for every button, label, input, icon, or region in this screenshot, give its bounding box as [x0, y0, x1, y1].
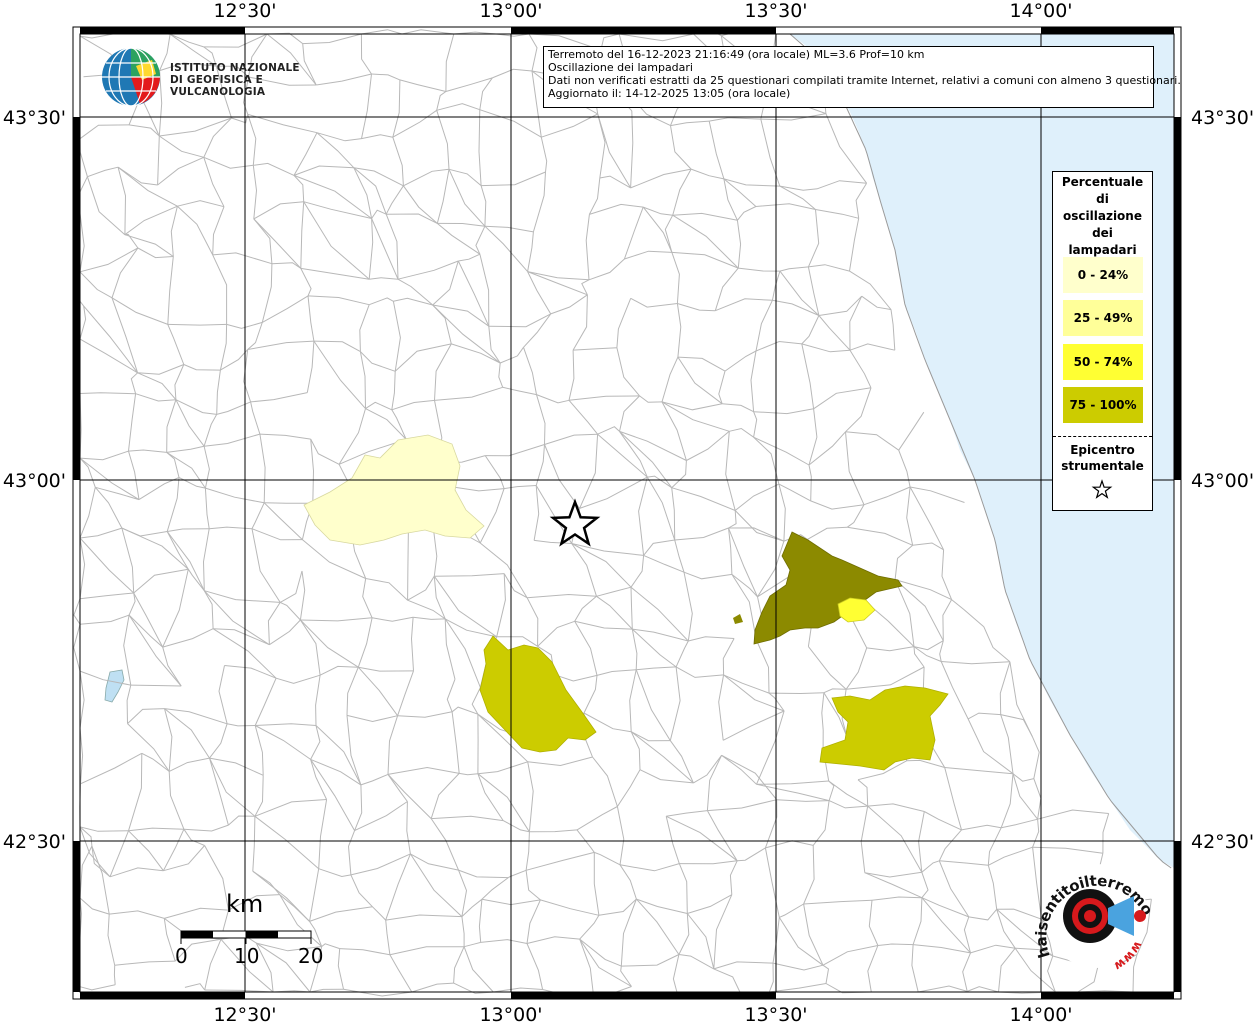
top-label: 14°00' — [1009, 0, 1072, 22]
globe-icon — [102, 47, 160, 107]
bottom-label: 13°00' — [479, 1004, 542, 1024]
legend-item-50-74: 50 - 74% — [1063, 344, 1143, 380]
legend-item-label: 0 - 24% — [1077, 268, 1129, 282]
scale-tick: 10 — [234, 944, 260, 968]
legend-title-line: Percentuale — [1061, 175, 1144, 189]
legend-title-line: oscillazione — [1063, 209, 1142, 223]
earthquake-title: Terremoto del 16-12-2023 21:16:49 (ora l… — [548, 48, 925, 61]
bottom-label: 13°30' — [744, 1004, 807, 1024]
legend-title: Percentuale di oscillazione dei lampadar… — [1053, 174, 1152, 259]
legend-item-0-24: 0 - 24% — [1063, 257, 1143, 293]
legend-item-25-49: 25 - 49% — [1063, 300, 1143, 336]
legend-item-label: 25 - 49% — [1073, 311, 1133, 325]
legend-separator — [1053, 436, 1152, 437]
logo-line: DI GEOFISICA E VULCANOLOGIA — [170, 74, 266, 98]
left-label: 43°00' — [3, 470, 66, 492]
right-label: 43°30' — [1191, 107, 1254, 129]
legend-epicenter-label: Epicentro strumentale — [1053, 442, 1152, 474]
right-label: 42°30' — [1191, 831, 1254, 853]
earthquake-info-box: Terremoto del 16-12-2023 21:16:49 (ora l… — [543, 46, 1181, 108]
data-disclaimer: Dati non verificati estratti da 25 quest… — [548, 74, 1181, 87]
legend-epicenter-line: Epicentro — [1070, 443, 1135, 457]
star-icon — [1091, 479, 1113, 499]
update-timestamp: Aggiornato il: 14-12-2025 13:05 (ora loc… — [548, 87, 791, 100]
legend-item-label: 75 - 100% — [1069, 398, 1137, 412]
legend-item-75-100: 75 - 100% — [1063, 387, 1143, 423]
ingv-logo: ISTITUTO NAZIONALE DI GEOFISICA E VULCAN… — [100, 46, 320, 110]
bottom-label: 12°30' — [213, 1004, 276, 1024]
ingv-logo-text: ISTITUTO NAZIONALE DI GEOFISICA E VULCAN… — [170, 62, 320, 98]
legend: Percentuale di oscillazione dei lampadar… — [1052, 171, 1153, 511]
top-label: 12°30' — [213, 0, 276, 22]
legend-epicenter-line: strumentale — [1061, 459, 1144, 473]
top-label: 13°00' — [479, 0, 542, 22]
scale-tick: 20 — [298, 944, 324, 968]
scale-unit: km — [226, 890, 264, 918]
scale-tick: 0 — [175, 944, 188, 968]
haisentito-logo: haisentitoilterremoto.it www — [1030, 858, 1157, 973]
left-label: 42°30' — [3, 831, 66, 853]
legend-title-line: di — [1096, 192, 1109, 206]
top-label: 13°30' — [744, 0, 807, 22]
right-label: 43°00' — [1191, 470, 1254, 492]
megaphone-icon — [1063, 889, 1146, 943]
bottom-label: 14°00' — [1009, 1004, 1072, 1024]
legend-title-line: dei — [1092, 226, 1113, 240]
logo-line: ISTITUTO NAZIONALE — [170, 62, 300, 74]
map-subject: Oscillazione dei lampadari — [548, 61, 693, 74]
legend-item-label: 50 - 74% — [1073, 355, 1133, 369]
left-label: 43°30' — [3, 107, 66, 129]
